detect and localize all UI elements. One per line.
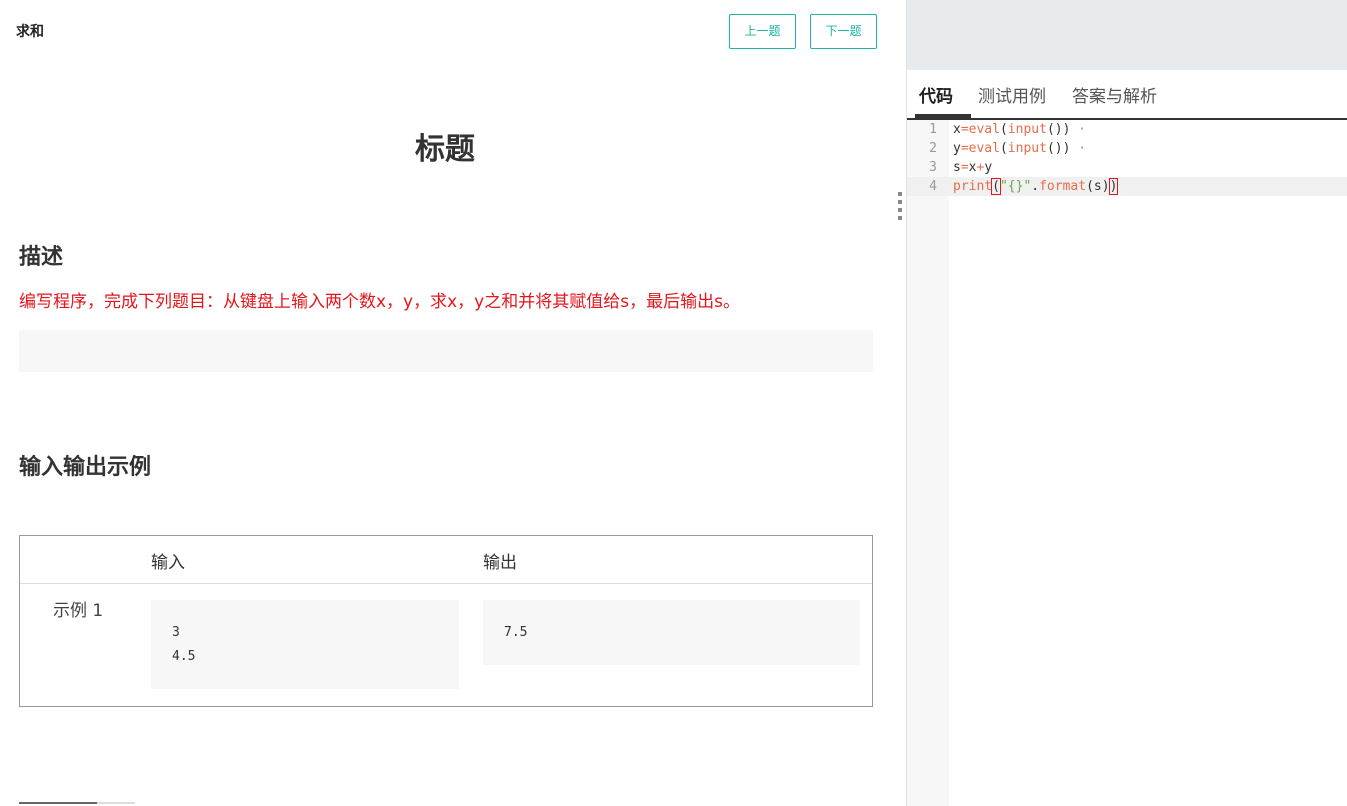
editor-top-bar xyxy=(907,0,1347,70)
code-text: print("{}".format(s)) xyxy=(953,178,1119,195)
bottom-scroll-indicator xyxy=(19,802,97,804)
panel-resize-handle[interactable] xyxy=(897,192,903,232)
description-heading: 描述 xyxy=(19,245,64,270)
example-output-line: 7.5 xyxy=(504,625,528,640)
tab-test-cases[interactable]: 测试用例 xyxy=(978,82,1046,107)
description-box xyxy=(19,330,873,372)
line-number: 3 xyxy=(929,160,937,175)
problem-title: 标题 xyxy=(415,132,475,167)
example-input-line: 4.5 xyxy=(172,649,196,664)
code-line[interactable]: 3 s=x+y xyxy=(907,158,1347,177)
next-problem-button[interactable]: 下一题 xyxy=(810,14,877,49)
code-text: x=eval(input()) · xyxy=(953,122,1087,137)
code-line[interactable]: 1 x=eval(input()) · xyxy=(907,120,1347,139)
io-example-table: 输入 输出 示例 1 3 4.5 7.5 xyxy=(19,535,873,707)
io-input-header: 输入 xyxy=(151,553,185,573)
example-input-line: 3 xyxy=(172,625,180,640)
line-number: 4 xyxy=(929,179,937,194)
active-tab-indicator xyxy=(915,114,971,118)
example-input-box: 3 4.5 xyxy=(151,600,459,689)
line-number: 1 xyxy=(929,122,937,137)
line-number: 2 xyxy=(929,141,937,156)
tab-answer-analysis[interactable]: 答案与解析 xyxy=(1072,82,1157,107)
tab-code[interactable]: 代码 xyxy=(919,82,953,107)
editor-panel: 代码 测试用例 答案与解析 1 x=eval(input()) · 2 y=ev… xyxy=(906,0,1347,806)
prev-problem-button[interactable]: 上一题 xyxy=(729,14,796,49)
code-line-active[interactable]: 4 print("{}".format(s)) xyxy=(907,177,1347,196)
problem-panel: 求和 上一题 下一题 标题 描述 编写程序，完成下列题目：从键盘上输入两个数x，… xyxy=(0,0,905,806)
code-editor[interactable]: 1 x=eval(input()) · 2 y=eval(input()) · … xyxy=(907,120,1347,806)
table-divider xyxy=(20,583,872,584)
io-output-header: 输出 xyxy=(483,553,517,573)
code-text: s=x+y xyxy=(953,160,993,175)
problem-name: 求和 xyxy=(16,24,44,40)
example-output-box: 7.5 xyxy=(483,600,860,665)
example-label: 示例 1 xyxy=(53,601,104,621)
code-text: y=eval(input()) · xyxy=(953,141,1087,156)
io-example-heading: 输入输出示例 xyxy=(19,455,152,480)
code-line[interactable]: 2 y=eval(input()) · xyxy=(907,139,1347,158)
problem-description: 编写程序，完成下列题目：从键盘上输入两个数x，y，求x，y之和并将其赋值给s，最… xyxy=(19,292,740,312)
bottom-scroll-track xyxy=(97,802,135,804)
editor-tabs: 代码 测试用例 答案与解析 xyxy=(907,70,1347,120)
line-number-gutter xyxy=(907,120,949,806)
